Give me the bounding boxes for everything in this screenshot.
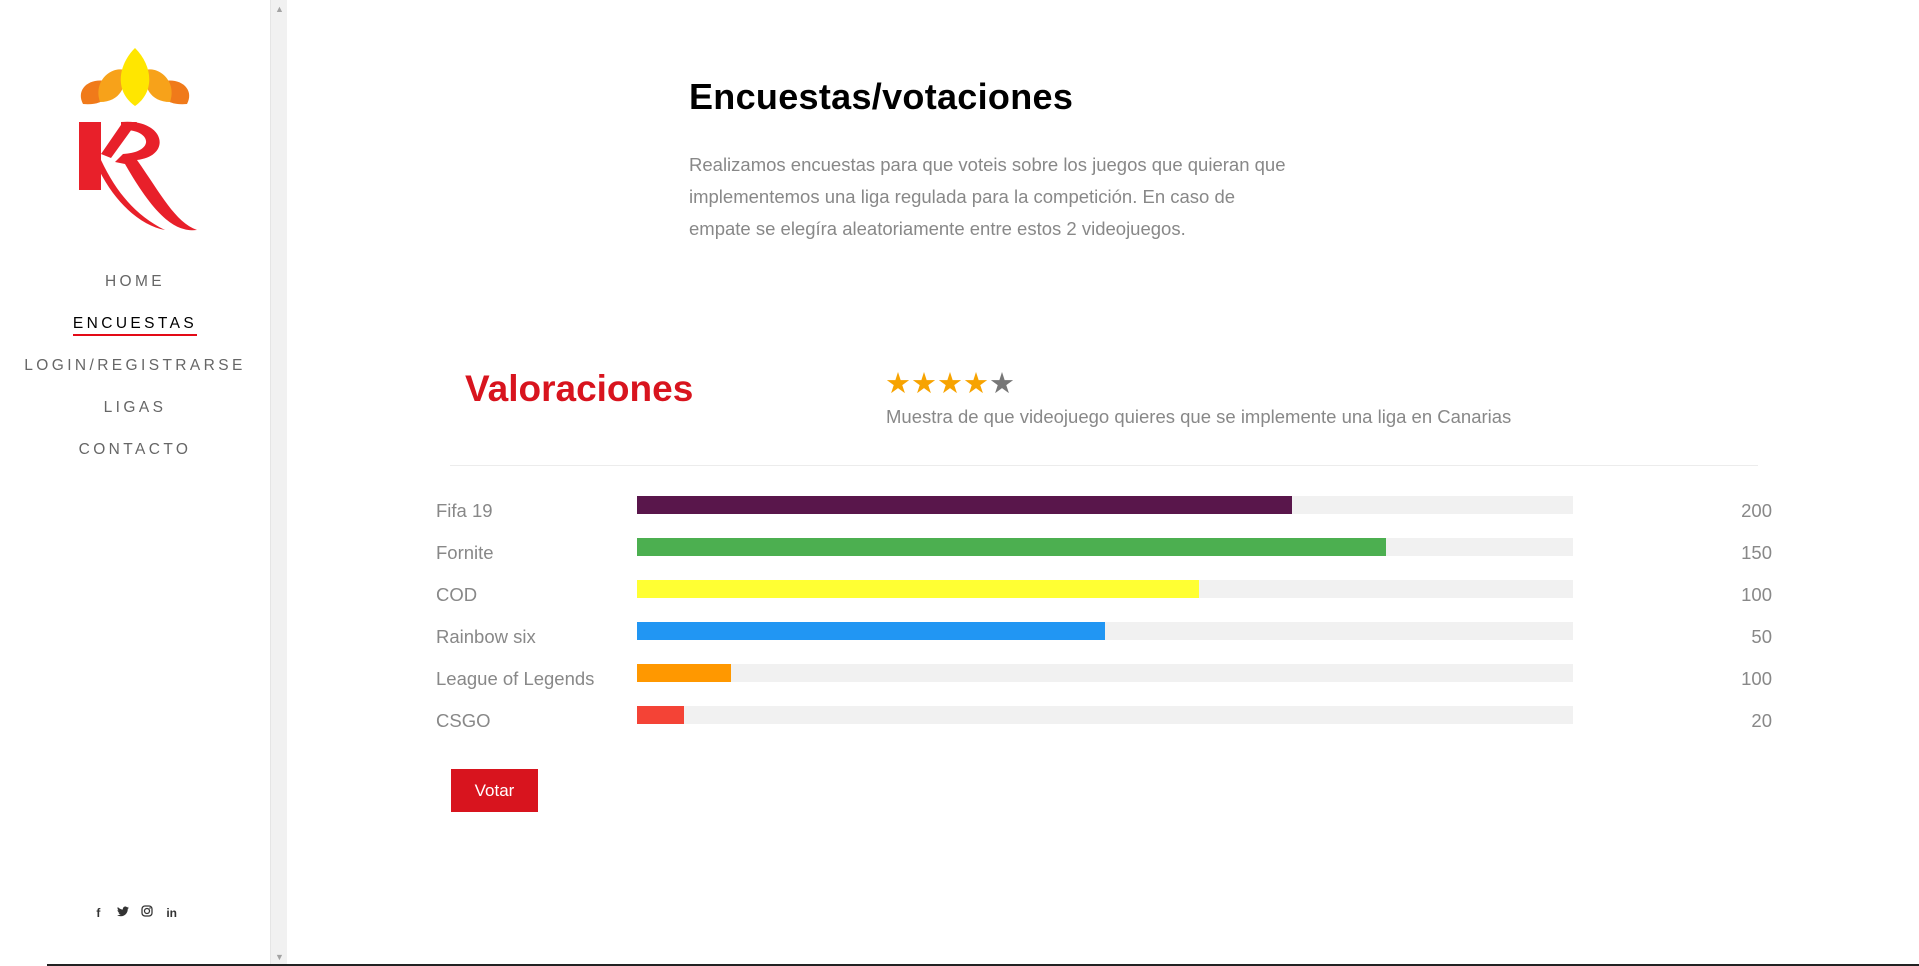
sidebar-scrollbar[interactable]: ▲ ▼ bbox=[270, 0, 287, 966]
result-track bbox=[637, 706, 1573, 724]
result-track bbox=[637, 622, 1573, 640]
result-label: COD bbox=[436, 584, 478, 605]
result-row: CSGO 20 bbox=[436, 702, 1776, 744]
page-title: Encuestas/votaciones bbox=[689, 76, 1074, 117]
facebook-icon[interactable]: f bbox=[88, 906, 108, 920]
result-value: 100 bbox=[1741, 584, 1772, 605]
star-icon[interactable]: ★ bbox=[963, 370, 989, 399]
result-row: COD 100 bbox=[436, 576, 1776, 618]
result-label: Fifa 19 bbox=[436, 500, 493, 521]
result-row: Rainbow six 50 bbox=[436, 618, 1776, 660]
nav-link-contacto[interactable]: CONTACTO bbox=[79, 441, 192, 460]
nav-item-contacto[interactable]: CONTACTO bbox=[0, 438, 270, 480]
nav-item-encuestas[interactable]: ENCUESTAS bbox=[0, 312, 270, 354]
result-bar bbox=[637, 706, 684, 724]
star-icon[interactable]: ★ bbox=[885, 370, 911, 399]
result-label: League of Legends bbox=[436, 668, 595, 689]
instagram-icon[interactable] bbox=[137, 905, 157, 920]
vote-button[interactable]: Votar bbox=[451, 769, 538, 812]
result-bar bbox=[637, 622, 1105, 640]
linkedin-icon[interactable]: in bbox=[162, 906, 182, 920]
nav-item-ligas[interactable]: LIGAS bbox=[0, 396, 270, 438]
scroll-up-icon[interactable]: ▲ bbox=[271, 2, 288, 16]
result-row: Fornite 150 bbox=[436, 534, 1776, 576]
nav-link-encuestas[interactable]: ENCUESTAS bbox=[72, 315, 198, 336]
result-value: 20 bbox=[1751, 710, 1772, 731]
nav-item-login[interactable]: LOGIN/REGISTRARSE bbox=[0, 354, 270, 396]
social-links: f in bbox=[0, 904, 270, 922]
kr-logo[interactable] bbox=[65, 44, 205, 234]
divider bbox=[450, 465, 1758, 466]
star-icon[interactable]: ★ bbox=[937, 370, 963, 399]
result-bar bbox=[637, 538, 1386, 556]
result-bar bbox=[637, 664, 731, 682]
result-value: 200 bbox=[1741, 500, 1772, 521]
result-value: 50 bbox=[1751, 626, 1772, 647]
vote-results: Fifa 19 200 Fornite 150 COD 100 Rainbow … bbox=[436, 492, 1776, 744]
twitter-icon[interactable] bbox=[113, 906, 133, 920]
result-bar bbox=[637, 496, 1293, 514]
nav-link-login[interactable]: LOGIN/REGISTRARSE bbox=[24, 357, 245, 376]
result-bar bbox=[637, 580, 1199, 598]
result-value: 100 bbox=[1741, 668, 1772, 689]
result-row: League of Legends 100 bbox=[436, 660, 1776, 702]
result-track bbox=[637, 496, 1573, 514]
result-track bbox=[637, 580, 1573, 598]
nav-link-ligas[interactable]: LIGAS bbox=[104, 399, 167, 418]
result-label: CSGO bbox=[436, 710, 491, 731]
scroll-down-icon[interactable]: ▼ bbox=[271, 950, 288, 964]
ratings-title: Valoraciones bbox=[465, 368, 694, 409]
intro-text: Realizamos encuestas para que voteis sob… bbox=[689, 154, 1286, 239]
result-value: 150 bbox=[1741, 542, 1772, 563]
result-label: Rainbow six bbox=[436, 626, 536, 647]
result-row: Fifa 19 200 bbox=[436, 492, 1776, 534]
result-track bbox=[637, 664, 1573, 682]
result-label: Fornite bbox=[436, 542, 494, 563]
star-rating: ★★★★★ bbox=[885, 370, 1015, 399]
star-icon[interactable]: ★ bbox=[911, 370, 937, 399]
sidebar: HOME ENCUESTAS LOGIN/REGISTRARSE LIGAS C… bbox=[0, 0, 270, 966]
nav-link-home[interactable]: HOME bbox=[105, 273, 165, 292]
result-track bbox=[637, 538, 1573, 556]
ratings-caption: Muestra de que videojuego quieres que se… bbox=[886, 406, 1512, 427]
nav-item-home[interactable]: HOME bbox=[0, 270, 270, 312]
star-icon[interactable]: ★ bbox=[989, 370, 1015, 399]
main-nav: HOME ENCUESTAS LOGIN/REGISTRARSE LIGAS C… bbox=[0, 270, 270, 480]
